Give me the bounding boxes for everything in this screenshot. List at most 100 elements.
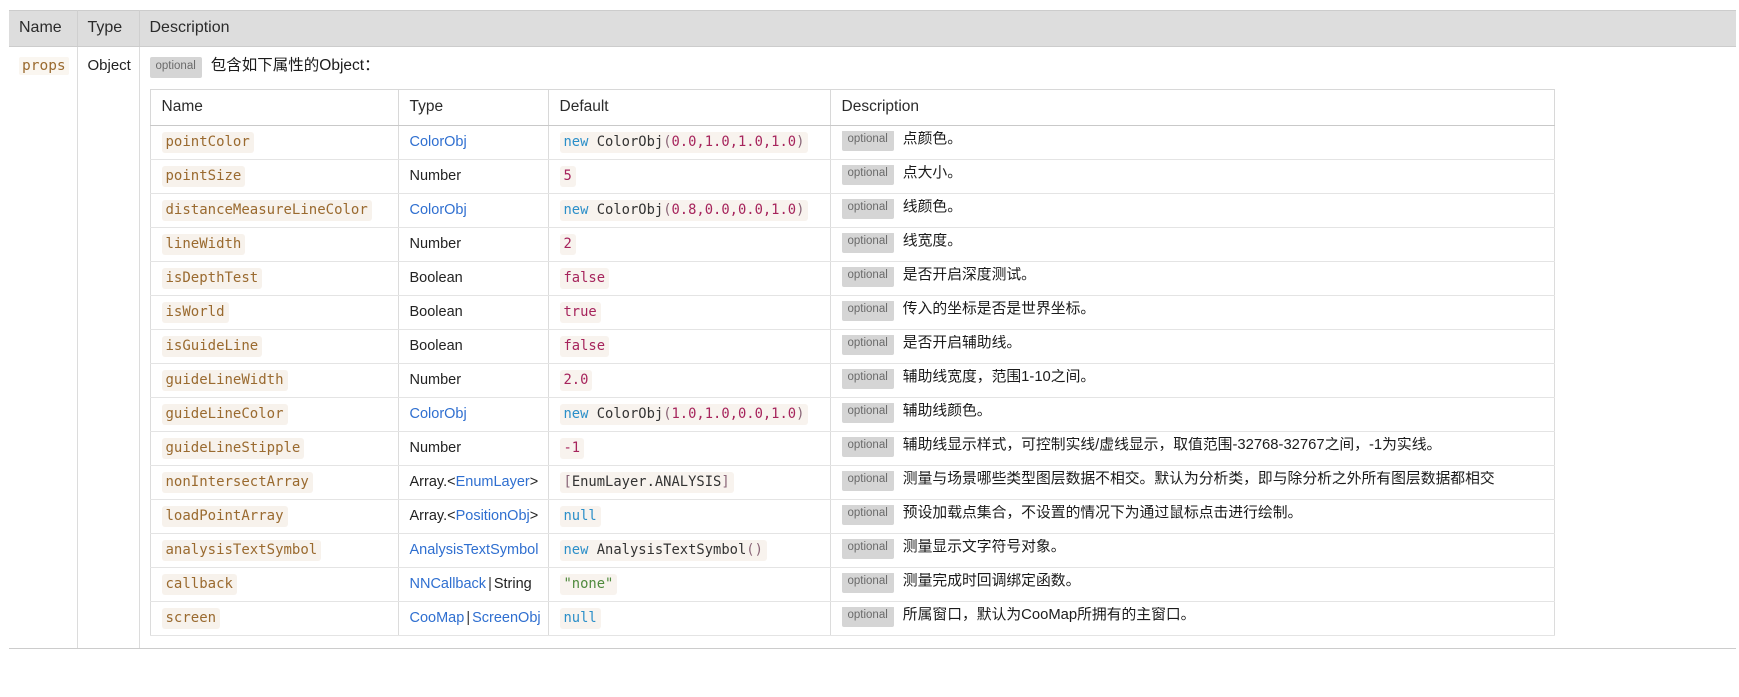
property-default-value: "none" xyxy=(559,574,618,595)
description-text: 点颜色。 xyxy=(902,131,962,148)
property-description-cell: optional 传入的坐标是否是世界坐标。 xyxy=(829,294,1555,330)
description-line: optional 测量完成时回调绑定函数。 xyxy=(841,573,1544,594)
description-line: optional 传入的坐标是否是世界坐标。 xyxy=(841,301,1544,322)
table-row: nonIntersectArray Array.<EnumLayer> [EnumL… xyxy=(149,464,1555,500)
property-description-cell: optional 测量与场景哪些类型图层数据不相交。默认为分析类，即与除分析之外所… xyxy=(829,464,1555,500)
outer-row-name-cell: props xyxy=(9,46,78,649)
property-default-value: 2 xyxy=(559,234,576,255)
property-name: callback xyxy=(161,574,237,595)
property-default-value: false xyxy=(559,336,610,357)
inner-header-description: Description xyxy=(829,88,1555,126)
property-name: loadPointArray xyxy=(161,506,288,527)
property-name-cell: guideLineStipple xyxy=(149,430,399,466)
property-name-cell: pointSize xyxy=(149,158,399,194)
description-line: optional 辅助线颜色。 xyxy=(841,403,1544,424)
property-name: lineWidth xyxy=(161,234,246,255)
description-line: optional 线颜色。 xyxy=(841,199,1544,220)
property-name-cell: isDepthTest xyxy=(149,260,399,296)
inner-header-default: Default xyxy=(547,88,831,126)
property-default-cell: true xyxy=(547,294,831,330)
description-line: optional 是否开启辅助线。 xyxy=(841,335,1544,356)
property-type-cell: Number xyxy=(397,226,549,262)
property-default-cell: [EnumLayer.ANALYSIS] xyxy=(547,464,831,500)
table-row: guideLineColor ColorObj new ColorObj(1.0,1… xyxy=(149,396,1555,432)
status-badge: optional xyxy=(841,233,894,253)
property-description-cell: optional 辅助线宽度，范围1-10之间。 xyxy=(829,362,1555,398)
property-default-cell: 2 xyxy=(547,226,831,262)
property-name-cell: nonIntersectArray xyxy=(149,464,399,500)
description-text: 所属窗口，默认为CooMap所拥有的主窗口。 xyxy=(902,607,1196,624)
property-default-value: null xyxy=(559,608,601,629)
outer-table-head: Name Type Description xyxy=(9,10,1736,47)
status-badge: optional xyxy=(841,471,894,491)
description-text: 辅助线宽度，范围1-10之间。 xyxy=(902,369,1096,386)
property-default-value: 2.0 xyxy=(559,370,593,391)
property-type: CooMap | ScreenObj xyxy=(410,610,541,626)
property-default-value: -1 xyxy=(559,438,585,459)
property-description-cell: optional 辅助线颜色。 xyxy=(829,396,1555,432)
table-row: screen CooMap | ScreenObj null optional 所属窗口，默… xyxy=(149,600,1555,636)
property-default-cell: 5 xyxy=(547,158,831,194)
nested-properties-table: Name Type Default Description pointColor… xyxy=(149,88,1555,636)
property-name-cell: distanceMeasureLineColor xyxy=(149,192,399,228)
type-link[interactable]: AnalysisTextSymbol xyxy=(410,542,539,558)
property-description-cell: optional 测量完成时回调绑定函数。 xyxy=(829,566,1555,602)
property-type-cell: Boolean xyxy=(397,294,549,330)
type-link[interactable]: PositionObj xyxy=(456,508,530,524)
property-description-cell: optional 是否开启辅助线。 xyxy=(829,328,1555,364)
description-line: optional 测量显示文字符号对象。 xyxy=(841,539,1544,560)
property-name: guideLineStipple xyxy=(161,438,305,459)
type-link[interactable]: ColorObj xyxy=(410,406,467,422)
type-separator: | xyxy=(466,610,471,626)
type-link[interactable]: CooMap xyxy=(410,610,465,626)
property-name: analysisTextSymbol xyxy=(161,540,322,561)
property-description-cell: optional 所属窗口，默认为CooMap所拥有的主窗口。 xyxy=(829,600,1555,636)
type-link[interactable]: ScreenObj xyxy=(472,610,541,626)
parameter-name: props xyxy=(19,57,69,75)
outer-header-name: Name xyxy=(9,10,78,47)
property-type: Number xyxy=(409,440,462,456)
parameters-table: Name Type Description props Object optio… xyxy=(9,10,1736,649)
property-default-value: new AnalysisTextSymbol() xyxy=(559,540,767,561)
property-type: Boolean xyxy=(409,270,463,286)
table-row: props Object optional 包含如下属性的Object： Nam… xyxy=(9,46,1736,649)
type-link[interactable]: NNCallback xyxy=(410,576,487,592)
description-line: optional 辅助线显示样式，可控制实线/虚线显示，取值范围-32768-32… xyxy=(841,437,1544,458)
description-line: optional 辅助线宽度，范围1-10之间。 xyxy=(841,369,1544,390)
description-text: 辅助线颜色。 xyxy=(902,403,992,420)
status-badge: optional xyxy=(841,301,894,321)
property-type-cell: ColorObj xyxy=(397,192,549,228)
property-name-cell: callback xyxy=(149,566,399,602)
property-description-cell: optional 线宽度。 xyxy=(829,226,1555,262)
inner-table-head: Name Type Default Description xyxy=(149,88,1555,126)
property-type: ColorObj xyxy=(410,202,467,218)
property-description-cell: optional 点颜色。 xyxy=(829,124,1555,160)
description-text: 预设加载点集合，不设置的情况下为通过鼠标点击进行绘制。 xyxy=(902,505,1303,522)
table-row: pointSize Number 5 optional 点大小。 xyxy=(149,158,1555,194)
table-row: lineWidth Number 2 optional 线宽度。 xyxy=(149,226,1555,262)
inner-header-name: Name xyxy=(149,88,399,126)
property-default-cell: -1 xyxy=(547,430,831,466)
property-default-cell: false xyxy=(547,328,831,364)
table-row: guideLineStipple Number -1 optional 辅助线显示样式，… xyxy=(149,430,1555,466)
property-default-value: true xyxy=(559,302,601,323)
property-type: Number xyxy=(409,236,462,252)
parameter-type: Object xyxy=(87,57,131,74)
outer-description-line: optional 包含如下属性的Object： xyxy=(149,57,1727,79)
description-text: 是否开启深度测试。 xyxy=(902,267,1036,284)
description-text: 测量显示文字符号对象。 xyxy=(902,539,1066,556)
table-row: isWorld Boolean true optional 传入的坐标是否是世界坐标。 xyxy=(149,294,1555,330)
status-badge: optional xyxy=(149,57,202,78)
property-default-value: new ColorObj(0.0,1.0,1.0,1.0) xyxy=(559,132,809,153)
type-link[interactable]: ColorObj xyxy=(410,202,467,218)
property-name: isWorld xyxy=(161,302,229,323)
description-line: optional 预设加载点集合，不设置的情况下为通过鼠标点击进行绘制。 xyxy=(841,505,1544,526)
property-name-cell: guideLineWidth xyxy=(149,362,399,398)
type-link[interactable]: ColorObj xyxy=(410,134,467,150)
table-row: distanceMeasureLineColor ColorObj new Colo… xyxy=(149,192,1555,228)
property-type: ColorObj xyxy=(410,134,467,150)
property-type-cell: NNCallback | String xyxy=(397,566,549,602)
table-row: analysisTextSymbol AnalysisTextSymbol new … xyxy=(149,532,1555,568)
property-type-cell: Number xyxy=(397,362,549,398)
type-link[interactable]: EnumLayer xyxy=(456,474,530,490)
